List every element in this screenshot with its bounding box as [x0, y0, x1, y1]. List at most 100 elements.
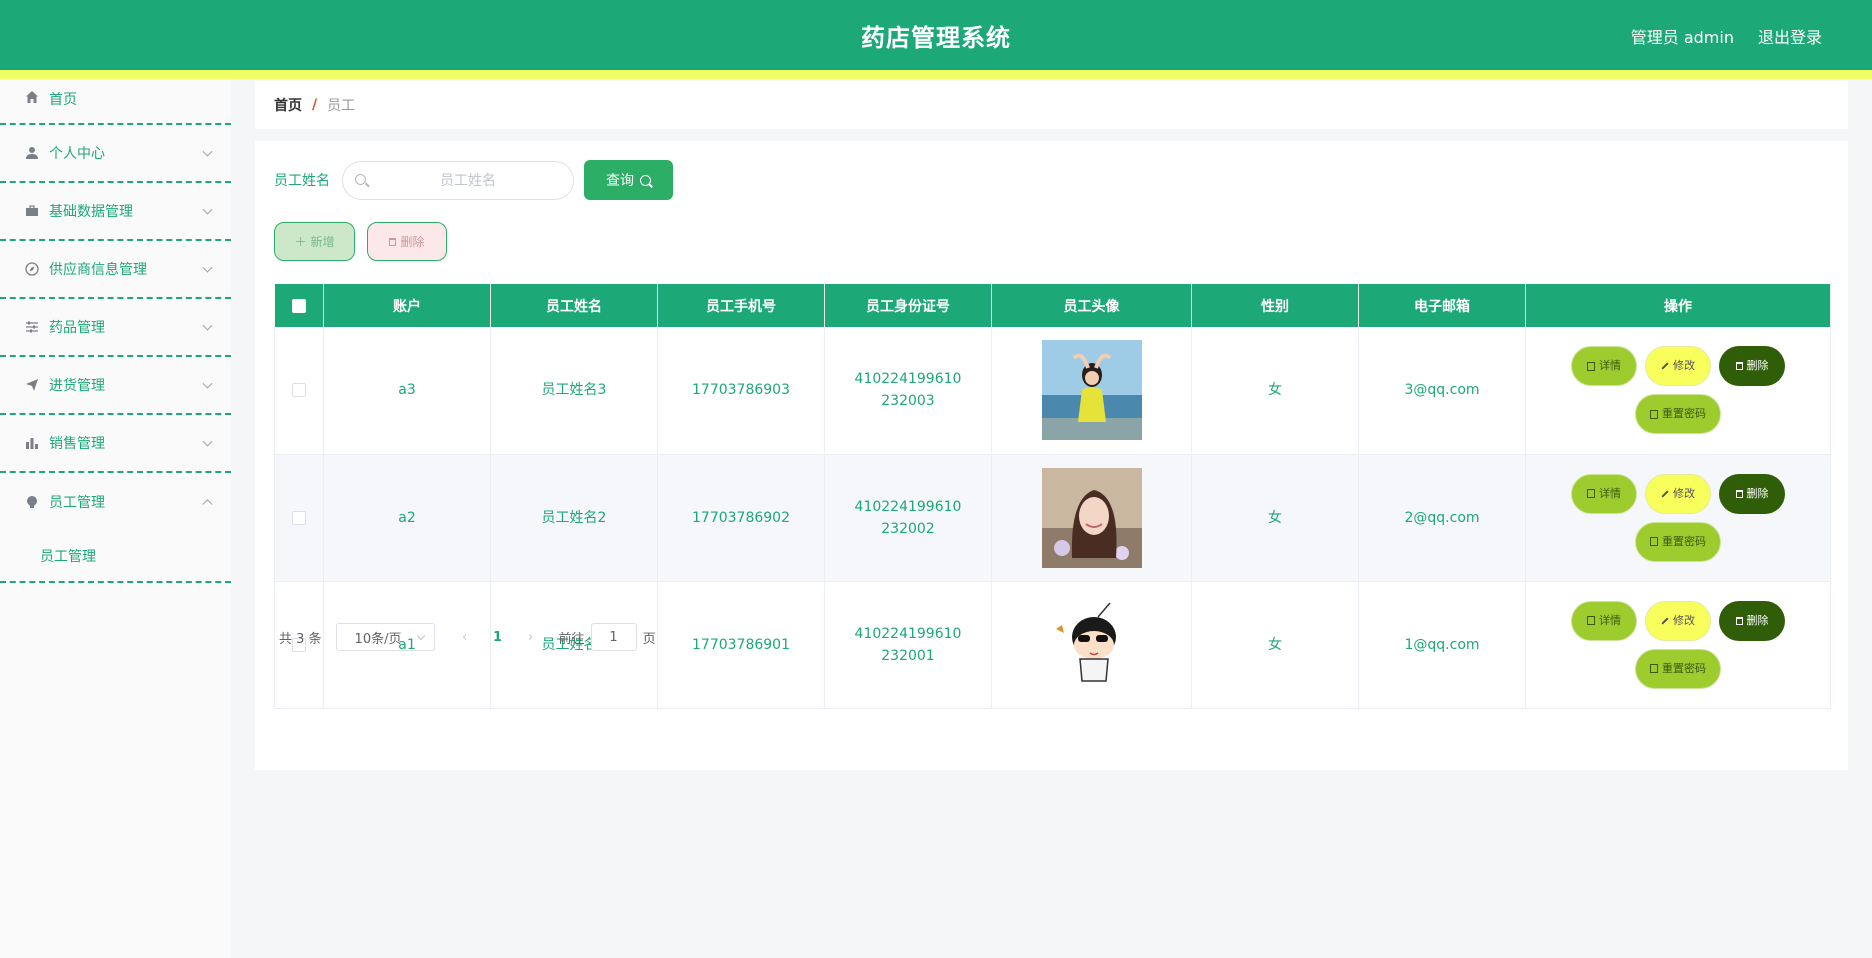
edit-label: 修改 — [1673, 613, 1695, 627]
edit-label: 修改 — [1673, 359, 1695, 373]
document-icon — [1650, 664, 1658, 673]
reset-password-button[interactable]: 重置密码 — [1635, 648, 1721, 689]
prev-page-button[interactable]: ‹ — [451, 630, 479, 645]
sidebar-item-supplier[interactable]: 供应商信息管理 — [0, 241, 231, 299]
detail-button[interactable]: 详情 — [1571, 600, 1637, 641]
sidebar-item-label: 个人中心 — [49, 146, 105, 162]
avatar — [1041, 467, 1142, 568]
select-all-checkbox[interactable] — [291, 298, 306, 313]
search-label: 员工姓名 — [274, 173, 330, 189]
pagination-total: 共 3 条 — [279, 631, 322, 647]
delete-label: 删除 — [1746, 359, 1769, 373]
sidebar: 首页 个人中心 基础数据管理 供应商信息管理 药品管理 进货管理 销售管理 员工… — [0, 79, 231, 958]
reset-password-button[interactable]: 重置密码 — [1635, 394, 1721, 435]
column-header: 员工手机号 — [657, 284, 825, 327]
cell-email: 2@qq.com — [1358, 454, 1526, 582]
cell-email: 1@qq.com — [1358, 581, 1526, 709]
sidebar-item-profile[interactable]: 个人中心 — [0, 125, 231, 183]
trash-icon — [1735, 362, 1743, 371]
edit-button[interactable]: 修改 — [1645, 473, 1711, 514]
sidebar-subitem-staff[interactable]: 员工管理 — [0, 531, 231, 583]
column-header: 员工头像 — [991, 284, 1192, 327]
row-checkbox[interactable] — [292, 383, 306, 398]
document-icon — [1587, 361, 1595, 371]
cell-phone: 17703786902 — [657, 454, 825, 582]
cell-account: a3 — [323, 327, 491, 455]
chevron-down-icon — [202, 204, 213, 215]
detail-button[interactable]: 详情 — [1571, 473, 1637, 514]
goto-page-input[interactable] — [590, 623, 637, 651]
logout-link[interactable]: 退出登录 — [1758, 24, 1822, 48]
sidebar-item-purchase[interactable]: 进货管理 — [0, 357, 231, 415]
trash-icon — [389, 237, 397, 246]
edit-button[interactable]: 修改 — [1645, 600, 1711, 641]
edit-button[interactable]: 修改 — [1645, 346, 1711, 387]
admin-user-label[interactable]: 管理员 admin — [1631, 24, 1734, 48]
avatar — [1041, 340, 1142, 441]
sidebar-item-staff[interactable]: 员工管理 — [0, 473, 231, 531]
briefcase-icon — [24, 203, 40, 219]
cell-name: 员工姓名3 — [490, 327, 658, 455]
next-page-button[interactable]: › — [517, 630, 545, 645]
edit-label: 修改 — [1673, 486, 1695, 500]
sidebar-item-sales[interactable]: 销售管理 — [0, 415, 231, 473]
header-user-area: 管理员 admin 退出登录 — [1631, 24, 1822, 48]
search-field[interactable] — [342, 161, 574, 200]
sidebar-item-basic-data[interactable]: 基础数据管理 — [0, 183, 231, 241]
cell-gender: 女 — [1191, 327, 1359, 455]
bar-chart-icon — [24, 435, 40, 451]
bulb-icon — [24, 494, 40, 510]
plus-icon: ＋ — [294, 235, 307, 249]
cell-account: a2 — [323, 454, 491, 582]
chevron-down-icon — [202, 436, 213, 447]
document-icon — [1650, 409, 1658, 419]
cell-name: 员工姓名2 — [490, 454, 658, 582]
delete-button[interactable]: 删除 — [1719, 473, 1785, 514]
sidebar-item-label: 首页 — [49, 92, 77, 108]
table-row: a2 员工姓名2 17703786902 410224199610232002 … — [274, 454, 1831, 582]
delete-button[interactable]: 删除 — [1719, 600, 1785, 641]
delete-button[interactable]: 删除 — [1719, 346, 1785, 387]
sidebar-item-medicine[interactable]: 药品管理 — [0, 299, 231, 357]
page-number-current[interactable]: 1 — [479, 630, 517, 645]
cell-gender: 女 — [1191, 454, 1359, 582]
sidebar-item-label: 药品管理 — [49, 320, 105, 336]
sidebar-item-label: 进货管理 — [49, 378, 105, 394]
row-actions: 详情 修改 删除 重置密码 — [1526, 346, 1830, 435]
cell-phone: 17703786901 — [657, 581, 825, 709]
sliders-icon — [24, 319, 40, 335]
search-icon — [355, 174, 366, 185]
breadcrumb-home[interactable]: 首页 — [274, 95, 302, 115]
column-header: 电子邮箱 — [1358, 284, 1526, 327]
select-all-cell[interactable] — [274, 284, 324, 327]
row-actions: 详情 修改 删除 重置密码 — [1526, 473, 1830, 562]
breadcrumb-current: 员工 — [327, 98, 356, 114]
row-checkbox[interactable] — [292, 510, 306, 525]
cell-phone: 17703786903 — [657, 327, 825, 455]
breadcrumb-separator: / — [312, 97, 318, 113]
sidebar-item-label: 基础数据管理 — [49, 204, 133, 220]
sidebar-item-home[interactable]: 首页 — [0, 79, 231, 125]
trash-icon — [1735, 489, 1743, 498]
sidebar-item-label: 供应商信息管理 — [49, 262, 147, 278]
query-button[interactable]: 查询 — [584, 160, 673, 200]
add-button[interactable]: ＋ 新增 — [274, 222, 355, 261]
row-actions: 详情 修改 删除 重置密码 — [1526, 600, 1830, 689]
reset-password-button[interactable]: 重置密码 — [1635, 521, 1721, 562]
delete-label: 删除 — [1746, 613, 1769, 627]
batch-delete-button[interactable]: 删除 — [367, 222, 447, 261]
cell-idno: 410224199610232002 — [854, 498, 962, 537]
reset-label: 重置密码 — [1662, 661, 1706, 675]
goto-prefix: 前往 — [558, 631, 585, 647]
pencil-icon — [1661, 362, 1669, 370]
page-size-select[interactable]: 10条/页 — [335, 623, 435, 651]
delete-button-label: 删除 — [400, 235, 425, 249]
detail-button[interactable]: 详情 — [1571, 346, 1637, 387]
document-icon — [1587, 616, 1595, 625]
top-header: 药店管理系统 管理员 admin 退出登录 — [0, 0, 1872, 70]
cell-email: 3@qq.com — [1358, 327, 1526, 455]
search-input[interactable] — [373, 162, 563, 199]
cell-idno: 410224199610232003 — [854, 371, 962, 410]
pagination: 共 3 条 10条/页 ‹ 1 › 前往 页 — [279, 623, 656, 651]
sidebar-item-label: 员工管理 — [49, 495, 105, 511]
